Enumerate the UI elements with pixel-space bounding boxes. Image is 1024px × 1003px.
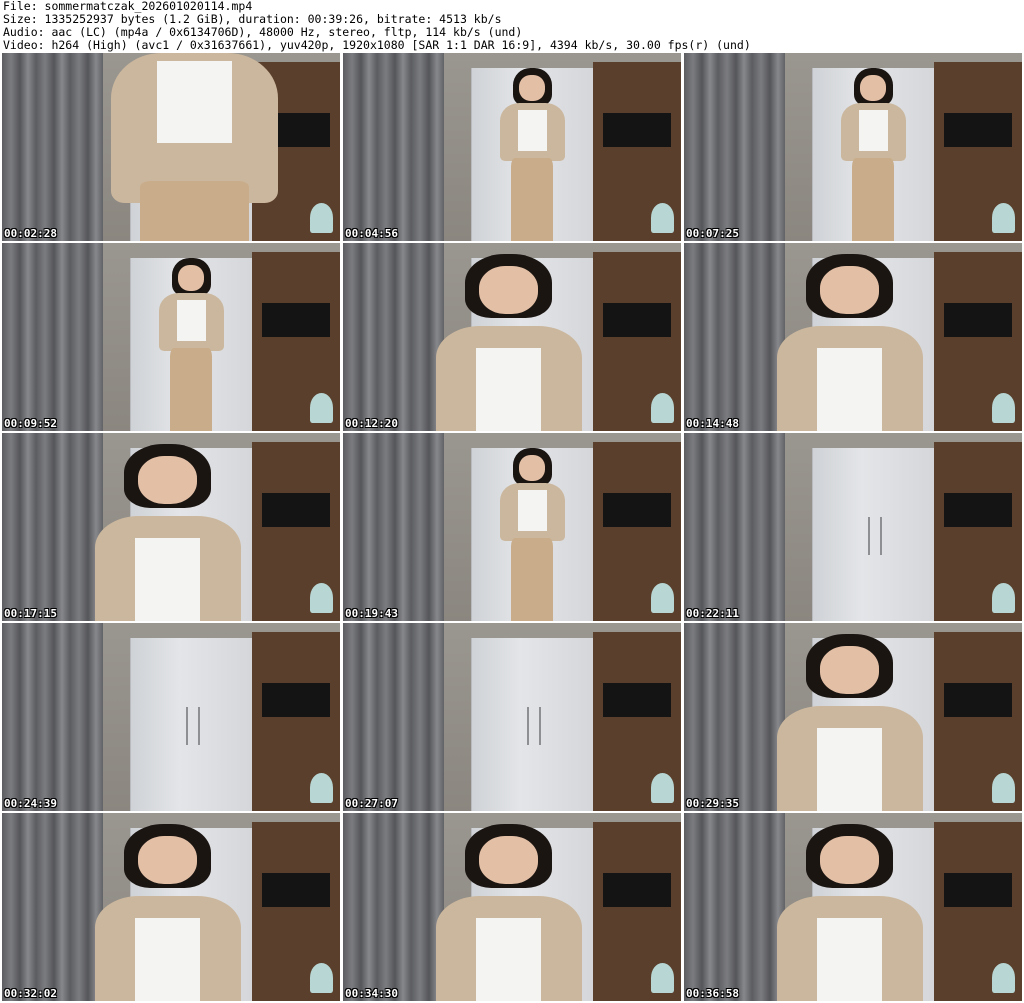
thumbnail-grid: 00:02:28 00:04:56 00:07:25 00:09:52 00:1…	[2, 53, 1022, 1001]
timestamp-label: 00:19:43	[345, 607, 398, 620]
person-figure	[76, 433, 259, 621]
timestamp-label: 00:14:48	[686, 417, 739, 430]
thumbnail: 00:27:07	[343, 623, 681, 811]
person-figure	[76, 813, 259, 1001]
thumbnail: 00:07:25	[684, 53, 1022, 241]
timestamp-label: 00:02:28	[4, 227, 57, 240]
person-figure	[417, 813, 600, 1001]
timestamp-label: 00:32:02	[4, 987, 57, 1000]
person-figure	[90, 53, 300, 241]
thumbnail: 00:12:20	[343, 243, 681, 431]
thumbnail: 00:02:28	[2, 53, 340, 241]
timestamp-label: 00:07:25	[686, 227, 739, 240]
timestamp-label: 00:34:30	[345, 987, 398, 1000]
person-figure	[758, 813, 941, 1001]
timestamp-label: 00:22:11	[686, 607, 739, 620]
video-metadata: File: sommermatczak_202601020114.mp4 Siz…	[3, 0, 1021, 52]
person-figure	[492, 448, 573, 621]
person-figure	[758, 243, 941, 431]
thumbnail: 00:24:39	[2, 623, 340, 811]
timestamp-label: 00:29:35	[686, 797, 739, 810]
timestamp-label: 00:04:56	[345, 227, 398, 240]
thumbnail: 00:19:43	[343, 433, 681, 621]
thumbnail: 00:34:30	[343, 813, 681, 1001]
timestamp-label: 00:27:07	[345, 797, 398, 810]
person-figure	[833, 68, 914, 241]
thumbnail: 00:36:58	[684, 813, 1022, 1001]
person-figure	[151, 258, 232, 431]
thumbnail: 00:14:48	[684, 243, 1022, 431]
thumbnail: 00:04:56	[343, 53, 681, 241]
timestamp-label: 00:09:52	[4, 417, 57, 430]
thumbnail: 00:09:52	[2, 243, 340, 431]
person-figure	[758, 623, 941, 811]
thumbnail: 00:29:35	[684, 623, 1022, 811]
timestamp-label: 00:12:20	[345, 417, 398, 430]
timestamp-label: 00:24:39	[4, 797, 57, 810]
person-figure	[417, 243, 600, 431]
timestamp-label: 00:17:15	[4, 607, 57, 620]
thumbnail: 00:17:15	[2, 433, 340, 621]
person-figure	[492, 68, 573, 241]
video-line: Video: h264 (High) (avc1 / 0x31637661), …	[3, 38, 751, 52]
timestamp-label: 00:36:58	[686, 987, 739, 1000]
thumbnail: 00:22:11	[684, 433, 1022, 621]
thumbnail: 00:32:02	[2, 813, 340, 1001]
